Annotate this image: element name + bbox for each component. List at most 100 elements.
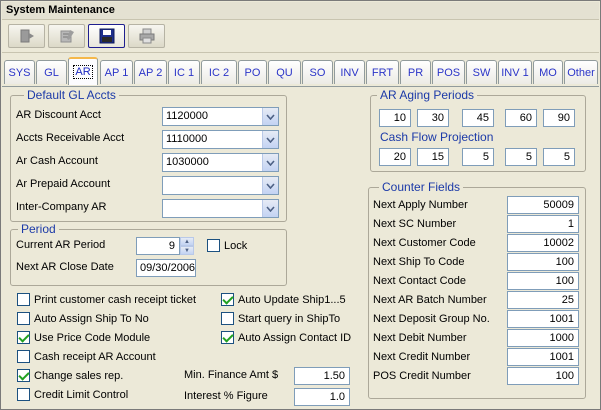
gl-account-select-ar-prepaid-account[interactable]	[162, 176, 279, 195]
tab-label: FRT	[371, 66, 394, 79]
counter-input-next-deposit-group-no[interactable]: 1001	[507, 310, 579, 328]
current-ar-period-label: Current AR Period	[16, 239, 106, 251]
ar-aging-legend: AR Aging Periods	[377, 88, 478, 102]
period-spinner[interactable]: ▲ ▼	[180, 237, 194, 255]
cash-flow-projection-label: Cash Flow Projection	[380, 130, 494, 144]
chevron-down-icon[interactable]	[262, 108, 278, 125]
counter-input-next-ship-to-code[interactable]: 100	[507, 253, 579, 271]
gl-account-value: 1120000	[166, 110, 209, 122]
print-button[interactable]	[128, 24, 165, 48]
tab-so[interactable]: SO	[302, 60, 333, 84]
period-legend: Period	[18, 222, 59, 236]
tab-inv[interactable]: INV	[334, 60, 365, 84]
next-ar-close-date-input[interactable]: 09/30/2006	[136, 259, 196, 277]
chevron-down-icon[interactable]	[262, 154, 278, 171]
current-ar-period-input[interactable]: 9	[136, 237, 180, 255]
aging-period-input[interactable]: 90	[543, 109, 575, 127]
counter-label-pos-credit-number: POS Credit Number	[373, 370, 471, 382]
tab-label: POS	[436, 66, 461, 79]
checkbox-label: Start query in ShipTo	[238, 313, 341, 325]
checkbox-change-sales-rep[interactable]	[17, 369, 30, 382]
checkbox-auto-assign-contact-id[interactable]	[221, 331, 234, 344]
gl-label-accts-receivable-acct: Accts Receivable Acct	[16, 132, 125, 144]
cash-flow-projection-input[interactable]: 5	[505, 148, 537, 166]
spin-down-icon[interactable]: ▼	[180, 246, 194, 255]
tab-inv-1[interactable]: INV 1	[498, 60, 532, 84]
tab-pr[interactable]: PR	[400, 60, 431, 84]
tab-ap-1[interactable]: AP 1	[100, 60, 133, 84]
tab-strip: SYS GL AR AP 1 AP 2 IC 1 IC 2 PO QU SO INV FRT PR POS…	[2, 57, 599, 87]
interest-figure-label: Interest % Figure	[184, 390, 268, 402]
checkbox-credit-limit-control[interactable]	[17, 388, 30, 401]
title-bar: System Maintenance	[2, 2, 599, 20]
chevron-down-icon[interactable]	[262, 200, 278, 217]
checkbox-print-customer-cash-receipt-ticket[interactable]	[17, 293, 30, 306]
checkbox-use-price-code-module[interactable]	[17, 331, 30, 344]
tab-po[interactable]: PO	[238, 60, 267, 84]
counter-input-next-sc-number[interactable]: 1	[507, 215, 579, 233]
cash-flow-projection-input[interactable]: 15	[417, 148, 449, 166]
counter-input-next-ar-batch-number[interactable]: 25	[507, 291, 579, 309]
counter-input-next-credit-number[interactable]: 1001	[507, 348, 579, 366]
chevron-down-icon[interactable]	[262, 131, 278, 148]
counter-input-next-contact-code[interactable]: 100	[507, 272, 579, 290]
system-maintenance-window: System Maintenance SYS GL AR AP 1 AP 2 IC 1 IC…	[0, 0, 601, 410]
tab-label: MO	[539, 66, 557, 79]
counter-fields-legend: Counter Fields	[379, 180, 464, 194]
counter-input-next-apply-number[interactable]: 50009	[507, 196, 579, 214]
checkbox-start-query-in-shipto[interactable]	[221, 312, 234, 325]
counter-label-next-ship-to-code: Next Ship To Code	[373, 256, 465, 268]
toolbar	[2, 20, 599, 53]
tab-ar[interactable]: AR	[68, 57, 98, 85]
lock-label: Lock	[224, 240, 248, 252]
tab-pos[interactable]: POS	[432, 60, 465, 84]
lock-checkbox[interactable]	[207, 239, 220, 252]
counter-label-next-contact-code: Next Contact Code	[373, 275, 466, 287]
gl-account-select-ar-discount-acct[interactable]: 1120000	[162, 107, 279, 126]
aging-period-input[interactable]: 30	[417, 109, 449, 127]
tab-ic-1[interactable]: IC 1	[168, 60, 200, 84]
checkbox-auto-assign-ship-to-no[interactable]	[17, 312, 30, 325]
aging-period-input[interactable]: 45	[462, 109, 494, 127]
tab-qu[interactable]: QU	[268, 60, 301, 84]
gl-account-select-ar-cash-account[interactable]: 1030000	[162, 153, 279, 172]
cash-flow-projection-input[interactable]: 5	[462, 148, 494, 166]
counter-input-next-debit-number[interactable]: 1000	[507, 329, 579, 347]
tab-mo[interactable]: MO	[533, 60, 563, 84]
save-button[interactable]	[88, 24, 125, 48]
checkbox-label: Auto Update Ship1...5	[238, 294, 346, 306]
gl-account-select-accts-receivable-acct[interactable]: 1110000	[162, 130, 279, 149]
aging-period-input[interactable]: 60	[505, 109, 537, 127]
edit-button[interactable]	[48, 24, 85, 48]
tab-label: AP 2	[138, 66, 163, 79]
tab-label: INV	[340, 66, 359, 79]
cash-flow-projection-input[interactable]: 5	[543, 148, 575, 166]
checkbox-label: Change sales rep.	[34, 370, 124, 382]
spin-up-icon[interactable]: ▲	[180, 237, 194, 246]
counter-input-pos-credit-number[interactable]: 100	[507, 367, 579, 385]
tab-sw[interactable]: SW	[466, 60, 497, 84]
counter-label-next-customer-code: Next Customer Code	[373, 237, 476, 249]
gl-account-select-inter-company-ar[interactable]	[162, 199, 279, 218]
gl-account-value: 1110000	[166, 133, 208, 145]
tab-gl[interactable]: GL	[36, 60, 67, 84]
exit-button[interactable]	[8, 24, 45, 48]
tab-ic-2[interactable]: IC 2	[201, 60, 237, 84]
interest-figure-input[interactable]: 1.0	[294, 388, 350, 406]
checkbox-cash-receipt-ar-account[interactable]	[17, 350, 30, 363]
tab-ap-2[interactable]: AP 2	[134, 60, 167, 84]
tab-label: PR	[407, 66, 424, 79]
gl-account-value: 1030000	[166, 156, 209, 168]
cash-flow-projection-input[interactable]: 20	[379, 148, 411, 166]
tab-other[interactable]: Other	[564, 60, 598, 84]
chevron-down-icon[interactable]	[262, 177, 278, 194]
gl-label-ar-cash-account: Ar Cash Account	[16, 155, 98, 167]
min-finance-amt-input[interactable]: 1.50	[294, 367, 350, 385]
tab-frt[interactable]: FRT	[366, 60, 399, 84]
gl-label-ar-discount-acct: AR Discount Acct	[16, 109, 101, 121]
aging-period-input[interactable]: 10	[379, 109, 411, 127]
checkbox-auto-update-ship1-5[interactable]	[221, 293, 234, 306]
tab-sys[interactable]: SYS	[4, 60, 35, 84]
edit-icon	[60, 30, 74, 43]
counter-input-next-customer-code[interactable]: 10002	[507, 234, 579, 252]
